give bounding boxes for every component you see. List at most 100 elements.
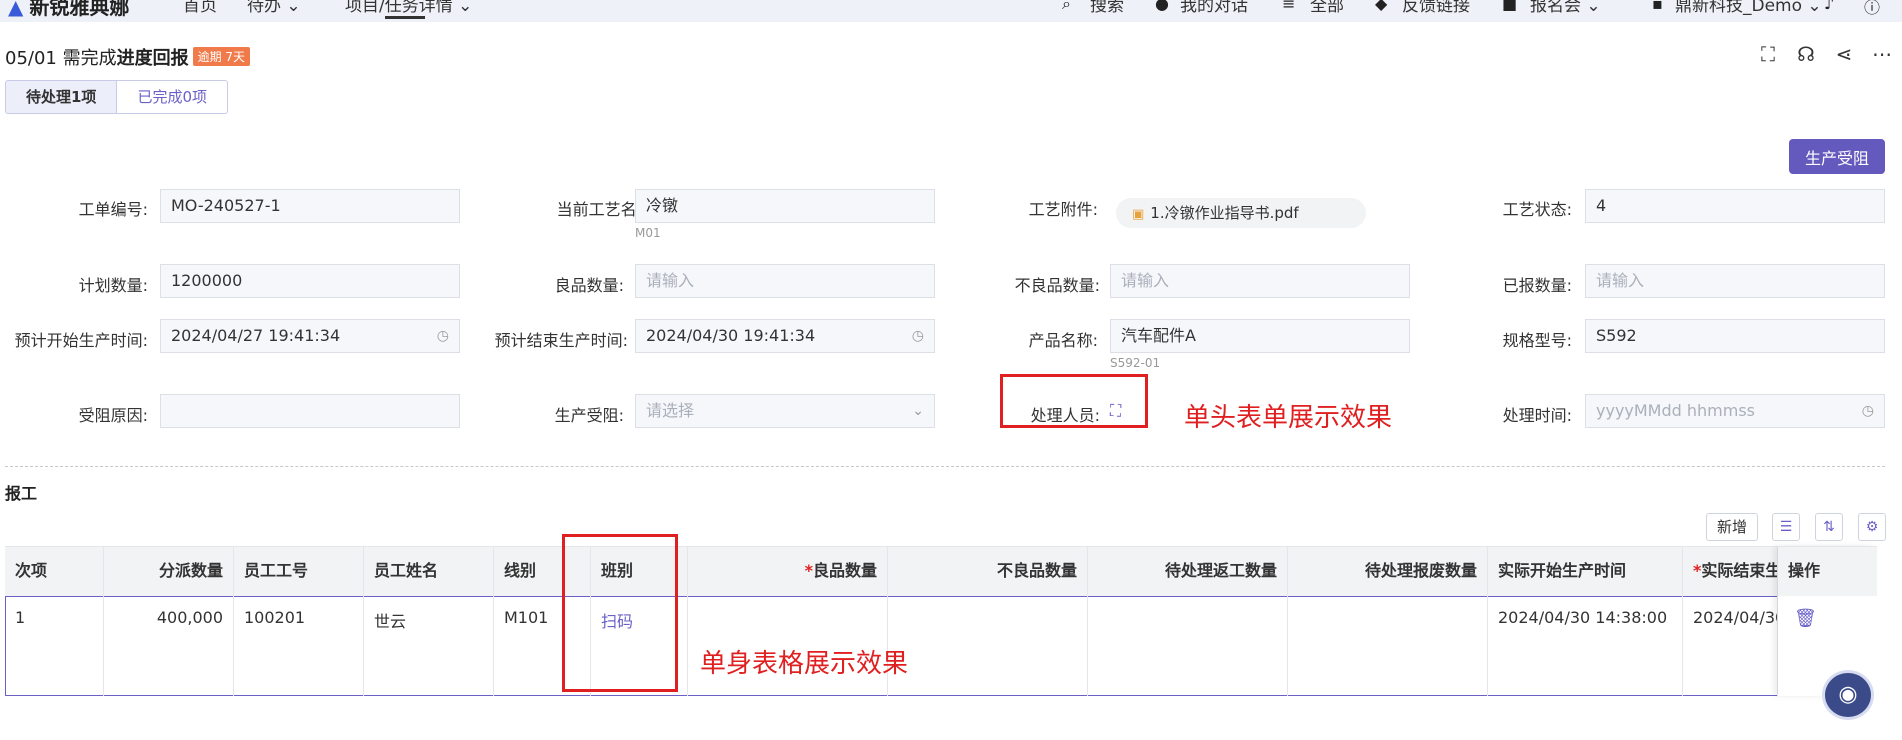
header-form-highlight: [1000, 374, 1148, 428]
tab-pending[interactable]: 待处理1项: [5, 80, 118, 114]
plan-qty-field[interactable]: 1200000: [160, 264, 460, 298]
block-reason-label: 受阻原因:: [78, 406, 148, 425]
defect-qty-label: 不良品数量:: [1014, 276, 1100, 295]
table-cell[interactable]: 2024/04/30: [1683, 596, 1778, 696]
nav-feedback[interactable]: 反馈链接: [1402, 0, 1470, 16]
table-cell[interactable]: 400,000: [104, 596, 234, 696]
column-settings-icon[interactable]: ☰: [1772, 513, 1800, 541]
nav-home[interactable]: 首页: [183, 0, 217, 16]
bell-icon[interactable]: ♪: [1824, 0, 1834, 13]
attachment-label: 工艺附件:: [1028, 200, 1098, 219]
nav-report[interactable]: 报名会 ⌄: [1530, 0, 1601, 16]
more-icon[interactable]: ⋯: [1872, 44, 1892, 64]
column-header: 待处理返工数量: [1088, 546, 1288, 596]
product-name-label: 产品名称:: [1028, 331, 1098, 350]
assistant-avatar[interactable]: ◉: [1822, 670, 1874, 720]
clock-icon: ◷: [436, 328, 449, 344]
nav-tenant[interactable]: 鼎新科技_Demo ⌄: [1675, 0, 1822, 16]
section-title: 报工: [5, 484, 38, 503]
column-header: 不良品数量: [888, 546, 1088, 596]
defect-qty-input[interactable]: 请输入: [1110, 264, 1410, 298]
column-header: *实际结束生产时间: [1683, 546, 1778, 596]
product-code: S592-01: [1110, 356, 1161, 370]
attachment-chip[interactable]: ▣ 1.冷镦作业指导书.pdf: [1116, 198, 1366, 228]
clock-icon: ◷: [911, 328, 924, 344]
production-blocked-button[interactable]: 生产受阻: [1788, 139, 1885, 174]
plan-start-label: 预计开始生产时间:: [14, 331, 148, 350]
tab-completed[interactable]: 已完成0项: [117, 80, 228, 114]
good-qty-label: 良品数量:: [554, 276, 624, 295]
nav-todo[interactable]: 待办 ⌄: [247, 0, 301, 16]
brand-logo[interactable]: ▲ 新锐雅典娜: [8, 0, 129, 20]
body-table-highlight: [562, 534, 678, 692]
plan-end-label: 预计结束生产时间:: [494, 331, 628, 350]
table-cell[interactable]: 2024/04/30 14:38:00: [1488, 596, 1683, 696]
spec-label: 规格型号:: [1502, 331, 1572, 350]
logo-icon: ▲: [8, 0, 24, 19]
top-nav: ▲ 新锐雅典娜 首页 待办 ⌄ 项目/任务详情 ⌄ ⌕ 搜索 ● 我的对话 ≡ 全…: [0, 0, 1902, 22]
reported-qty-input[interactable]: 请输入: [1585, 264, 1885, 298]
nav-search[interactable]: 搜索: [1090, 0, 1124, 16]
plan-qty-label: 计划数量:: [78, 276, 148, 295]
column-header: 待处理报废数量: [1288, 546, 1488, 596]
column-header: 实际开始生产时间: [1488, 546, 1683, 596]
column-header: *良品数量: [688, 546, 888, 596]
nav-all[interactable]: 全部: [1310, 0, 1344, 16]
user-icon[interactable]: ■: [1502, 0, 1517, 13]
work-order-label: 工单编号:: [78, 200, 148, 219]
column-header: 次项: [5, 546, 104, 596]
table-cell[interactable]: 世云: [364, 596, 494, 696]
scrap-qty-cell[interactable]: [1288, 596, 1488, 696]
trash-icon[interactable]: 🗑: [1794, 608, 1817, 629]
search-icon[interactable]: ⌕: [1062, 0, 1071, 14]
chat-icon[interactable]: ●: [1155, 0, 1169, 13]
column-header: 分派数量: [104, 546, 234, 596]
process-name-label: 当前工艺名称:: [556, 200, 658, 219]
sort-icon[interactable]: ⇅: [1815, 513, 1843, 541]
process-status-label: 工艺状态:: [1502, 200, 1572, 219]
menu-icon[interactable]: ≡: [1282, 0, 1295, 13]
column-header: 员工工号: [234, 546, 364, 596]
process-status-field[interactable]: 4: [1585, 189, 1885, 223]
handle-time-label: 处理时间:: [1502, 406, 1572, 425]
status-tabs: 待处理1项 已完成0项: [5, 80, 228, 114]
reported-qty-label: 已报数量:: [1502, 276, 1572, 295]
block-reason-field[interactable]: [160, 394, 460, 428]
process-code: M01: [635, 226, 661, 240]
overdue-badge: 逾期 7天: [192, 47, 251, 66]
good-qty-input[interactable]: 请输入: [635, 264, 935, 298]
plan-start-field[interactable]: 2024/04/27 19:41:34 ◷: [160, 319, 460, 353]
feedback-icon[interactable]: ◆: [1375, 0, 1387, 13]
handle-time-input[interactable]: yyyyMMdd hhmmss ◷: [1585, 394, 1885, 428]
work-order-field[interactable]: MO-240527-1: [160, 189, 460, 223]
chevron-down-icon: ⌄: [912, 403, 924, 419]
body-table-annotation: 单身表格展示效果: [700, 649, 909, 679]
production-block-label: 生产受阻:: [554, 406, 624, 425]
production-block-select[interactable]: 请选择 ⌄: [635, 394, 935, 428]
nav-task-detail[interactable]: 项目/任务详情 ⌄: [345, 0, 472, 19]
gear-icon[interactable]: ⚙: [1858, 513, 1886, 541]
rework-qty-cell[interactable]: [1088, 596, 1288, 696]
org-icon[interactable]: ▪: [1652, 0, 1663, 13]
share-icon[interactable]: ⋖: [1834, 44, 1854, 64]
process-name-field[interactable]: 冷镦: [635, 189, 935, 223]
report-table: 次项 分派数量 员工工号 员工姓名 线别 班别 *良品数量 不良品数量 待处理返…: [5, 546, 1877, 696]
clock-icon: ◷: [1861, 403, 1874, 419]
table-cell[interactable]: 100201: [234, 596, 364, 696]
spec-field[interactable]: S592: [1585, 319, 1885, 353]
table-cell: 1: [5, 596, 104, 696]
pdf-file-icon: ▣: [1132, 207, 1145, 222]
column-header: 员工姓名: [364, 546, 494, 596]
section-divider: [5, 466, 1885, 467]
page-title: 05/01 需完成进度回报 逾期 7天: [5, 44, 251, 70]
product-name-field[interactable]: 汽车配件A: [1110, 319, 1410, 353]
headset-icon[interactable]: ☊: [1796, 44, 1816, 64]
help-icon[interactable]: ⓘ: [1864, 0, 1880, 18]
plan-end-field[interactable]: 2024/04/30 19:41:34 ◷: [635, 319, 935, 353]
fullscreen-icon[interactable]: ⛶: [1758, 44, 1778, 64]
add-row-button[interactable]: 新增: [1706, 513, 1759, 541]
defect-qty-cell[interactable]: [888, 596, 1088, 696]
nav-my-chat[interactable]: 我的对话: [1180, 0, 1248, 16]
title-actions: ⛶ ☊ ⋖ ⋯: [1758, 44, 1892, 64]
header-form-annotation: 单头表单展示效果: [1184, 403, 1393, 433]
